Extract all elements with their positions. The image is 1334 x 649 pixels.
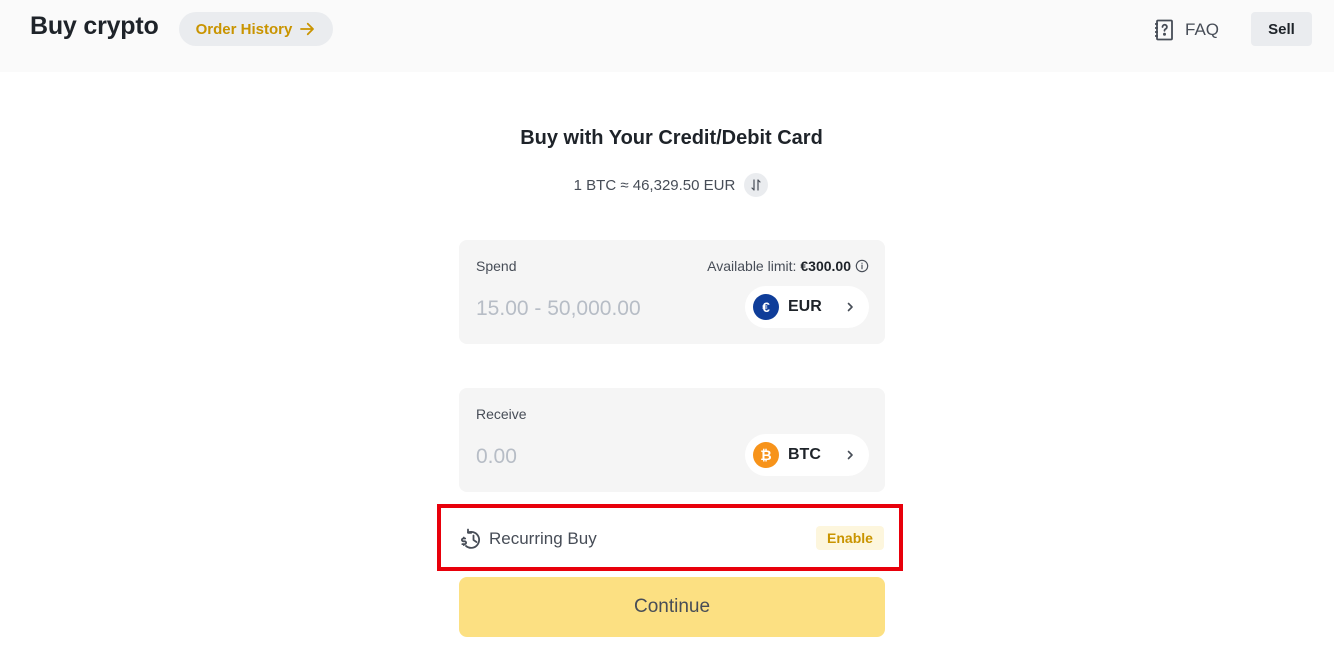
exchange-rate-row: 1 BTC ≈ 46,329.50 EUR: [0, 172, 1334, 198]
recurring-dollar-clock-icon: [461, 528, 481, 549]
spend-field: Spend Available limit: €300.00 € EUR: [459, 240, 885, 344]
enable-recurring-button[interactable]: Enable: [816, 526, 884, 550]
info-icon[interactable]: [855, 259, 869, 273]
chevron-right-icon: [847, 302, 853, 312]
swap-vertical-icon: [751, 179, 761, 191]
euro-coin-icon: €: [753, 294, 779, 320]
available-limit: Available limit: €300.00: [707, 258, 869, 274]
page-title: Buy crypto: [30, 12, 159, 40]
order-history-label: Order History: [195, 20, 293, 38]
top-bar: Buy crypto Order History FAQ Sell: [0, 0, 1334, 72]
recurring-buy-label: Recurring Buy: [489, 529, 597, 548]
spend-currency-code: EUR: [788, 298, 822, 315]
swap-rate-button[interactable]: [744, 173, 769, 197]
continue-button[interactable]: Continue: [459, 577, 885, 637]
available-limit-value: €300.00: [800, 258, 851, 274]
chevron-right-icon: [847, 450, 853, 460]
available-limit-label: Available limit:: [707, 258, 797, 274]
recurring-buy-row: Recurring Buy Enable: [459, 520, 885, 558]
order-history-button[interactable]: Order History: [179, 12, 333, 46]
receive-amount-input[interactable]: [476, 442, 736, 472]
exchange-rate: 1 BTC ≈ 46,329.50 EUR: [573, 176, 736, 194]
help-book-icon: [1155, 19, 1173, 41]
arrow-right-icon: [300, 22, 315, 36]
receive-currency-code: BTC: [788, 446, 821, 463]
spend-label: Spend: [476, 258, 517, 274]
faq-label: FAQ: [1185, 20, 1220, 39]
receive-label: Receive: [476, 406, 527, 422]
bitcoin-coin-icon: ₿: [753, 442, 779, 468]
card-heading: Buy with Your Credit/Debit Card: [520, 127, 823, 149]
receive-field: Receive ₿ BTC: [459, 388, 885, 492]
spend-amount-input[interactable]: [476, 294, 736, 324]
spend-currency-selector[interactable]: € EUR: [745, 286, 869, 328]
receive-currency-selector[interactable]: ₿ BTC: [745, 434, 869, 476]
faq-link[interactable]: FAQ: [1152, 16, 1219, 44]
sell-button[interactable]: Sell: [1251, 12, 1312, 46]
